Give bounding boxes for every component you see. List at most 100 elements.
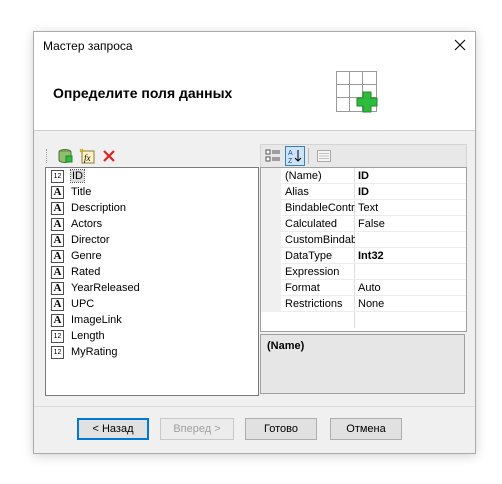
property-name: (Name) xyxy=(285,170,322,182)
string-type-icon: A xyxy=(51,313,64,327)
field-list-item[interactable]: A Title xyxy=(46,184,258,200)
field-list-item[interactable]: A ImageLink xyxy=(46,312,258,328)
add-data-field-button[interactable] xyxy=(55,146,75,166)
property-pages-icon xyxy=(317,150,331,162)
field-list-item[interactable]: 12 MyRating xyxy=(46,344,258,360)
field-list-item[interactable]: A Description xyxy=(46,200,258,216)
property-row[interactable]: Alias ID xyxy=(261,184,466,200)
property-name: Expression xyxy=(285,266,340,278)
alphabetical-button[interactable]: A Z xyxy=(285,146,305,166)
property-row-gutter xyxy=(261,280,281,296)
property-row[interactable]: BindableControlText xyxy=(261,200,466,216)
property-name: DataType xyxy=(285,250,333,262)
query-wizard-dialog: Мастер запроса Определите поля данных fx… xyxy=(33,31,476,454)
string-type-icon: A xyxy=(51,217,64,231)
property-name: Format xyxy=(285,282,320,294)
page-heading: Определите поля данных xyxy=(53,85,233,101)
field-name: ID xyxy=(70,169,85,183)
string-type-icon: A xyxy=(51,201,64,215)
property-row[interactable]: DataType Int32 xyxy=(261,248,466,264)
property-description-panel: (Name) xyxy=(260,334,465,394)
svg-text:A: A xyxy=(288,150,293,157)
back-button[interactable]: < Назад xyxy=(77,418,149,440)
categorized-icon xyxy=(265,149,280,162)
property-row-line xyxy=(281,311,466,312)
field-name: Actors xyxy=(71,218,103,230)
header-divider xyxy=(34,130,475,131)
numeric-type-icon: 12 xyxy=(51,329,64,343)
property-name: CustomBindable xyxy=(285,234,355,246)
property-name: Restrictions xyxy=(285,298,343,310)
finish-button[interactable]: Готово xyxy=(245,418,317,440)
property-value[interactable]: Auto xyxy=(358,282,464,294)
property-value[interactable]: ID xyxy=(358,186,464,198)
property-grid[interactable]: (Name)IDAliasIDBindableControlTextCalcul… xyxy=(260,167,467,332)
string-type-icon: A xyxy=(51,233,64,247)
numeric-type-icon: 12 xyxy=(51,345,64,359)
field-name: ImageLink xyxy=(71,314,122,326)
string-type-icon: A xyxy=(51,265,64,279)
property-row-gutter xyxy=(261,232,281,248)
property-value[interactable]: ID xyxy=(358,170,464,182)
wizard-header: Определите поля данных xyxy=(34,58,475,130)
field-list-item[interactable]: A UPC xyxy=(46,296,258,312)
table-add-icon xyxy=(336,71,378,113)
field-list-item[interactable]: A Genre xyxy=(46,248,258,264)
field-list-item[interactable]: A YearReleased xyxy=(46,280,258,296)
property-row-gutter xyxy=(261,264,281,280)
field-list-item[interactable]: 12 ID xyxy=(46,168,258,184)
property-row-gutter xyxy=(261,200,281,216)
property-row[interactable]: Format Auto xyxy=(261,280,466,296)
add-calculated-field-icon: fx xyxy=(79,148,95,164)
string-type-icon: A xyxy=(51,185,64,199)
toolbar-separator xyxy=(308,148,309,164)
field-name: UPC xyxy=(71,298,95,310)
property-value[interactable]: None xyxy=(358,298,464,310)
field-name: Title xyxy=(71,186,92,198)
svg-text:Z: Z xyxy=(288,158,293,164)
field-name: YearReleased xyxy=(71,282,140,294)
field-name: Director xyxy=(71,234,110,246)
delete-field-button[interactable] xyxy=(99,146,119,166)
string-type-icon: A xyxy=(51,281,64,295)
property-row[interactable]: Expression xyxy=(261,264,466,280)
field-list-item[interactable]: 12 Length xyxy=(46,328,258,344)
property-name: BindableControl xyxy=(285,202,355,214)
svg-text:fx: fx xyxy=(84,153,91,163)
string-type-icon: A xyxy=(51,297,64,311)
close-button[interactable] xyxy=(447,32,473,58)
property-row[interactable]: (Name) ID xyxy=(261,168,466,184)
add-calculated-field-button[interactable]: fx xyxy=(77,146,97,166)
property-value[interactable]: Int32 xyxy=(358,250,464,262)
field-list-item[interactable]: A Rated xyxy=(46,264,258,280)
property-pages-button[interactable] xyxy=(314,146,334,166)
field-name: Description xyxy=(71,202,127,214)
categorized-button[interactable] xyxy=(263,146,283,166)
sort-alphabetical-icon: A Z xyxy=(288,150,302,164)
property-row[interactable]: CustomBindable xyxy=(261,232,466,248)
property-row-gutter xyxy=(261,248,281,264)
field-list-item[interactable]: A Actors xyxy=(46,216,258,232)
footer-divider xyxy=(34,406,475,407)
property-row[interactable]: Restrictions None xyxy=(261,296,466,312)
cancel-button[interactable]: Отмена xyxy=(330,418,402,440)
field-name: MyRating xyxy=(71,346,118,358)
field-list[interactable]: 12 ID A Title A Description A Actors A Director A G… xyxy=(45,167,259,396)
property-row[interactable]: Calculated False xyxy=(261,216,466,232)
title-bar: Мастер запроса xyxy=(34,32,475,58)
window-title: Мастер запроса xyxy=(43,39,133,53)
property-value[interactable]: Text xyxy=(358,202,464,214)
field-list-item[interactable]: A Director xyxy=(46,232,258,248)
property-row-gutter xyxy=(261,168,281,184)
numeric-type-icon: 12 xyxy=(51,169,64,183)
field-name: Rated xyxy=(71,266,101,278)
close-icon xyxy=(454,39,466,51)
property-description-title: (Name) xyxy=(267,340,305,352)
property-row-gutter xyxy=(261,184,281,200)
property-name: Calculated xyxy=(285,218,337,230)
delete-icon xyxy=(103,150,115,162)
property-value[interactable]: False xyxy=(358,218,464,230)
field-name: Genre xyxy=(71,250,102,262)
next-button[interactable]: Вперед > xyxy=(160,418,234,440)
string-type-icon: A xyxy=(51,249,64,263)
